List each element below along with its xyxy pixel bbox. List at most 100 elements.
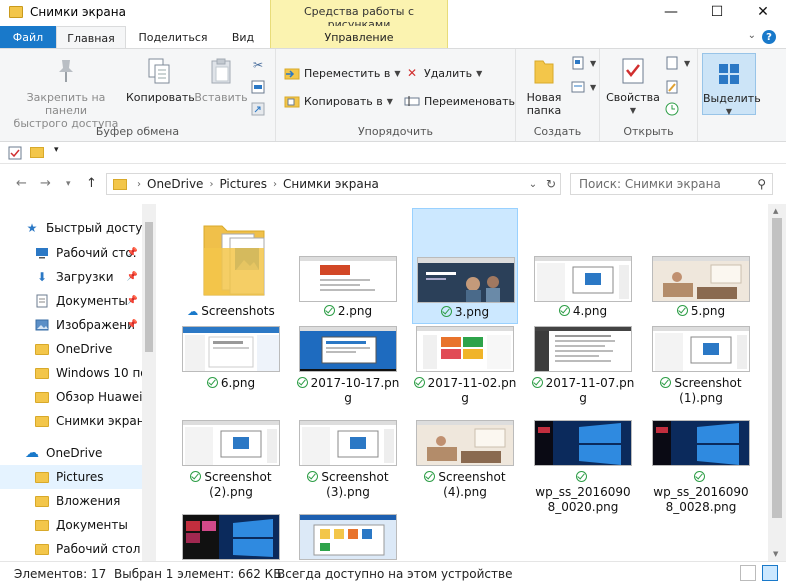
file-item[interactable]: 2017-10-17.pn g	[295, 324, 401, 418]
chevron-down-icon: ▼	[394, 68, 401, 78]
scissors-icon: ✂	[252, 58, 264, 72]
delete-button[interactable]: ✕ Удалить ▼	[404, 65, 482, 81]
nav-item[interactable]: ☁ OneDrive	[0, 441, 142, 465]
open-button[interactable]: ▼	[664, 55, 690, 71]
pin-quick-access-button[interactable]: Закрепить на панели быстрого доступа	[6, 55, 126, 130]
folder-item[interactable]: ☁ Screenshots	[178, 208, 284, 324]
sync-ok-icon	[413, 377, 425, 388]
easy-access-button[interactable]: ▼	[570, 79, 596, 95]
nav-item[interactable]: OneDrive	[0, 337, 142, 361]
nav-scrollbar[interactable]	[142, 204, 156, 561]
nav-item[interactable]: Документы 📌	[0, 289, 142, 313]
file-item[interactable]: Screenshot (3).png	[295, 418, 401, 512]
file-item[interactable]: Screenshot (4).png	[412, 418, 518, 512]
breadcrumb-onedrive[interactable]: OneDrive	[147, 177, 203, 191]
tab-file[interactable]: Файл	[0, 26, 56, 48]
new-item-button[interactable]: ▼	[570, 55, 596, 71]
up-icon[interactable]: ↑	[86, 176, 97, 191]
copy-path-button[interactable]	[250, 79, 266, 95]
file-item[interactable]: 2017-11-02.pn g	[412, 324, 518, 418]
tab-home[interactable]: Главная	[56, 26, 126, 49]
history-button[interactable]	[664, 101, 680, 117]
search-icon[interactable]: ⚲	[757, 177, 766, 191]
move-folder-icon	[284, 65, 300, 81]
new-folder-button[interactable]: Новая папка	[520, 55, 568, 117]
rename-button[interactable]: Переименовать	[404, 93, 515, 109]
paste-icon	[205, 55, 237, 87]
collapse-ribbon-icon[interactable]: ⌄	[748, 30, 756, 41]
nav-item[interactable]: Рабочий стол	[0, 537, 142, 561]
scroll-thumb[interactable]	[772, 218, 782, 518]
tab-view[interactable]: Вид	[220, 26, 266, 48]
select-button[interactable]: Выделить ▼	[702, 53, 761, 116]
nav-scroll-thumb[interactable]	[145, 222, 153, 352]
nav-item[interactable]: Рабочий сто. 📌	[0, 241, 142, 265]
back-icon[interactable]: ←	[16, 176, 27, 191]
properties-qat-icon[interactable]	[8, 146, 22, 163]
file-name: Screenshot (4).png	[412, 470, 518, 500]
nav-item[interactable]: Снимки экрана	[0, 409, 142, 433]
scroll-down-icon[interactable]: ▼	[773, 550, 778, 558]
maximize-button[interactable]: ☐	[694, 0, 740, 24]
breadcrumb-pictures[interactable]: Pictures	[219, 177, 267, 191]
nav-item-label: Документы	[56, 518, 128, 532]
address-dropdown-icon[interactable]: ⌄	[524, 179, 542, 190]
pin-icon[interactable]: 📌	[127, 296, 138, 306]
edit-button[interactable]	[664, 79, 680, 95]
cut-button[interactable]: ✂	[250, 57, 266, 73]
pin-icon[interactable]: 📌	[127, 248, 138, 258]
file-name-line-1: 4.png	[572, 304, 608, 318]
minimize-button[interactable]: —	[648, 0, 694, 24]
nav-item[interactable]: Вложения	[0, 489, 142, 513]
tab-manage[interactable]: Управление	[270, 26, 448, 48]
tab-share[interactable]: Поделиться	[130, 26, 216, 48]
file-item[interactable]: wp_ss_2016090 8_0020.png	[530, 418, 636, 514]
close-button[interactable]: ✕	[740, 0, 786, 24]
nav-item[interactable]: Pictures	[0, 465, 142, 489]
help-icon[interactable]: ?	[762, 30, 776, 44]
folder-icon	[34, 390, 50, 404]
file-item[interactable]: Screenshot (1).png	[648, 324, 754, 418]
chevron-down-icon: ▼	[386, 96, 393, 106]
pin-icon[interactable]: 📌	[127, 272, 138, 282]
copy-to-button[interactable]: Копировать в ▼	[284, 93, 393, 109]
nav-item[interactable]: ⬇ Загрузки 📌	[0, 265, 142, 289]
paste-shortcut-icon	[250, 101, 266, 117]
move-to-button[interactable]: Переместить в ▼	[284, 65, 401, 81]
file-item[interactable]	[295, 512, 401, 561]
file-item[interactable]: wp_ss_2016090 8_0028.png	[648, 418, 754, 514]
file-item[interactable]: Screenshot (2).png	[178, 418, 284, 512]
content-scrollbar[interactable]: ▲ ▼	[768, 204, 786, 561]
file-item[interactable]: 6.png	[178, 324, 284, 418]
file-item[interactable]: 4.png	[530, 208, 636, 324]
pin-icon[interactable]: 📌	[127, 320, 138, 330]
search-input[interactable]: Поиск: Снимки экрана ⚲	[570, 173, 773, 195]
recent-locations-icon[interactable]: ▾	[66, 179, 71, 189]
copy-button[interactable]: Копировать	[126, 55, 195, 104]
paste-shortcut-button[interactable]	[250, 101, 266, 117]
nav-item[interactable]: Обзор Huawei M	[0, 385, 142, 409]
nav-item[interactable]: Изображени 📌	[0, 313, 142, 337]
nav-item[interactable]: Windows 10 пол	[0, 361, 142, 385]
file-item[interactable]: 3.png	[412, 208, 518, 324]
large-icons-view-icon[interactable]	[762, 565, 778, 581]
refresh-icon[interactable]: ↻	[542, 177, 560, 191]
new-folder-qat-icon[interactable]	[30, 147, 44, 158]
details-view-icon[interactable]	[740, 565, 756, 581]
breadcrumb-current[interactable]: Снимки экрана	[283, 177, 379, 191]
thumbnail-graphic	[300, 515, 396, 559]
file-item[interactable]	[178, 512, 284, 561]
nav-item[interactable]: ★ Быстрый доступ	[0, 216, 142, 240]
address-bar[interactable]: › OneDrive › Pictures › Снимки экрана ⌄ …	[106, 173, 561, 195]
nav-item[interactable]: Документы	[0, 513, 142, 537]
nav-item-label: Pictures	[56, 470, 104, 484]
properties-button[interactable]: Свойства ▼	[604, 55, 662, 117]
forward-icon[interactable]: →	[40, 176, 51, 191]
customize-qat-icon[interactable]: ▾	[54, 145, 59, 155]
new-folder-label-2: папка	[526, 104, 562, 117]
scroll-up-icon[interactable]: ▲	[773, 207, 778, 215]
paste-button[interactable]: Вставить	[192, 55, 250, 104]
file-item[interactable]: 2017-11-07.pn g	[530, 324, 636, 418]
file-item[interactable]: 5.png	[648, 208, 754, 324]
file-item[interactable]: 2.png	[295, 208, 401, 324]
